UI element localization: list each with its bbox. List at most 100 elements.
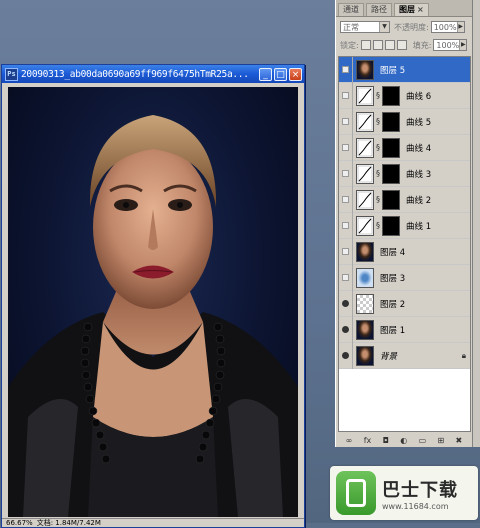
layer-name: 图层 4 <box>380 247 406 258</box>
layers-panel[interactable]: 通道 路径 图层 × 正常 ▼ 不透明度: 100% ▶ 锁定: 填充: 100%… <box>335 0 473 447</box>
layer-mask-thumbnail[interactable] <box>382 85 400 106</box>
layer-name: 曲线 1 <box>406 221 432 232</box>
lock-position-icon[interactable] <box>384 40 395 50</box>
fill-field[interactable]: 100% ▶ <box>433 39 468 51</box>
visibility-toggle[interactable] <box>339 134 353 161</box>
lock-pixels-icon[interactable] <box>372 40 383 50</box>
eye-off-icon <box>342 222 349 229</box>
layer-row[interactable]: § 曲线 6 <box>339 82 470 109</box>
folder-icon[interactable]: ▭ <box>419 436 427 445</box>
lock-row: 锁定: 填充: 100% ▶ <box>340 38 470 52</box>
chain-link-icon[interactable]: § <box>374 169 382 178</box>
layer-row[interactable]: 图层 5 <box>339 57 470 83</box>
opacity-label: 不透明度: <box>394 22 429 32</box>
chain-link-icon[interactable]: § <box>374 143 382 152</box>
layer-row[interactable]: § 曲线 2 <box>339 186 470 213</box>
curves-thumbnail-icon <box>356 111 374 132</box>
layer-row[interactable]: § 曲线 3 <box>339 160 470 187</box>
curves-thumbnail-icon <box>356 215 374 236</box>
curves-thumbnail-icon <box>356 163 374 184</box>
eye-off-icon <box>342 144 349 151</box>
eye-off-icon <box>342 66 349 73</box>
layer-mask-thumbnail[interactable] <box>382 137 400 158</box>
lock-label: 锁定: <box>340 40 359 50</box>
lock-transparent-icon[interactable] <box>360 40 371 50</box>
layer-name: 背景 <box>380 351 398 362</box>
curves-thumbnail-icon <box>356 85 374 106</box>
visibility-toggle[interactable] <box>339 238 353 265</box>
image-canvas[interactable] <box>8 87 298 517</box>
document-titlebar[interactable]: Ps 20090313_ab00da0690a69ff969f6475hTmR2… <box>2 65 304 83</box>
eye-off-icon <box>342 92 349 99</box>
close-button[interactable]: × <box>289 67 302 81</box>
visibility-toggle[interactable] <box>339 57 353 83</box>
chain-link-icon[interactable]: § <box>374 91 382 100</box>
tab-paths[interactable]: 路径 <box>366 3 392 16</box>
eye-off-icon <box>342 170 349 177</box>
visibility-toggle[interactable] <box>339 160 353 187</box>
visibility-toggle[interactable] <box>339 290 353 317</box>
layer-mask-thumbnail[interactable] <box>382 189 400 210</box>
visibility-toggle[interactable] <box>339 316 353 343</box>
fill-label: 填充: <box>412 40 432 50</box>
minimize-button[interactable]: _ <box>259 67 272 81</box>
layer-row[interactable]: 图层 4 <box>339 238 470 265</box>
opacity-field[interactable]: 100% ▶ <box>430 21 465 33</box>
trash-icon[interactable]: ✖ <box>456 436 463 445</box>
tab-layers[interactable]: 图层 × <box>394 3 429 16</box>
chain-link-icon[interactable]: § <box>374 221 382 230</box>
lock-all-icon[interactable] <box>396 40 407 50</box>
chain-link-icon[interactable]: § <box>374 195 382 204</box>
layer-row[interactable]: 图层 3 <box>339 264 470 291</box>
fx-icon[interactable]: fx <box>364 436 372 445</box>
panel-tabs: 通道 路径 图层 × <box>336 0 472 17</box>
eye-icon <box>342 352 349 359</box>
new-layer-icon[interactable]: ⊞ <box>438 436 445 445</box>
link-icon[interactable]: ∞ <box>346 436 353 445</box>
chevron-down-icon: ▼ <box>379 22 389 32</box>
visibility-toggle[interactable] <box>339 108 353 135</box>
document-info: 文档: 1.84M/7.42M <box>36 519 101 527</box>
layer-row[interactable]: 图层 2 <box>339 290 470 317</box>
watermark-url: www.11684.com <box>382 501 449 511</box>
layer-row[interactable]: § 曲线 5 <box>339 108 470 135</box>
maximize-button[interactable]: □ <box>274 67 287 81</box>
layer-name: 曲线 6 <box>406 91 432 102</box>
chain-link-icon[interactable]: § <box>374 117 382 126</box>
layer-mask-thumbnail[interactable] <box>382 163 400 184</box>
layer-mask-thumbnail[interactable] <box>382 215 400 236</box>
tab-channels[interactable]: 通道 <box>338 3 364 16</box>
layer-thumbnail <box>356 345 374 366</box>
eye-off-icon <box>342 274 349 281</box>
visibility-toggle[interactable] <box>339 212 353 239</box>
layer-mask-thumbnail[interactable] <box>382 111 400 132</box>
watermark-text: 巴士下载 www.11684.com <box>382 476 458 511</box>
lock-icon: 🔒︎ <box>461 350 466 360</box>
visibility-toggle[interactable] <box>339 186 353 213</box>
layer-row[interactable]: 背景 🔒︎ <box>339 342 470 369</box>
visibility-toggle[interactable] <box>339 82 353 109</box>
opacity-value: 100% <box>433 22 457 32</box>
eye-icon <box>342 326 349 333</box>
curves-thumbnail-icon <box>356 189 374 210</box>
visibility-toggle[interactable] <box>339 342 353 369</box>
document-window[interactable]: Ps 20090313_ab00da0690a69ff969f6475hTmR2… <box>1 64 305 528</box>
layer-name: 图层 3 <box>380 273 406 284</box>
close-icon[interactable]: × <box>417 5 424 14</box>
adjustment-icon[interactable]: ◐ <box>400 436 407 445</box>
layer-row[interactable]: § 曲线 4 <box>339 134 470 161</box>
blend-mode-select[interactable]: 正常 ▼ <box>340 21 390 33</box>
layer-list[interactable]: 图层 5 § 曲线 6 § 曲线 5 § 曲线 4 § 曲线 3 § 曲线 2 § 曲线 1 图层 4 图层… <box>338 56 471 432</box>
panel-scrollbar[interactable] <box>473 0 480 447</box>
mask-icon[interactable]: ◘ <box>383 436 389 445</box>
layer-name: 图层 2 <box>380 299 406 310</box>
watermark-main: 巴士下载 <box>382 479 458 501</box>
zoom-field[interactable]: 66.67% <box>6 519 33 527</box>
layer-thumbnail <box>356 59 374 80</box>
layer-name: 图层 1 <box>380 325 406 336</box>
chevron-right-icon: ▶ <box>459 40 467 50</box>
visibility-toggle[interactable] <box>339 264 353 291</box>
layer-row[interactable]: § 曲线 1 <box>339 212 470 239</box>
photoshop-icon: Ps <box>5 67 18 81</box>
layer-row[interactable]: 图层 1 <box>339 316 470 343</box>
